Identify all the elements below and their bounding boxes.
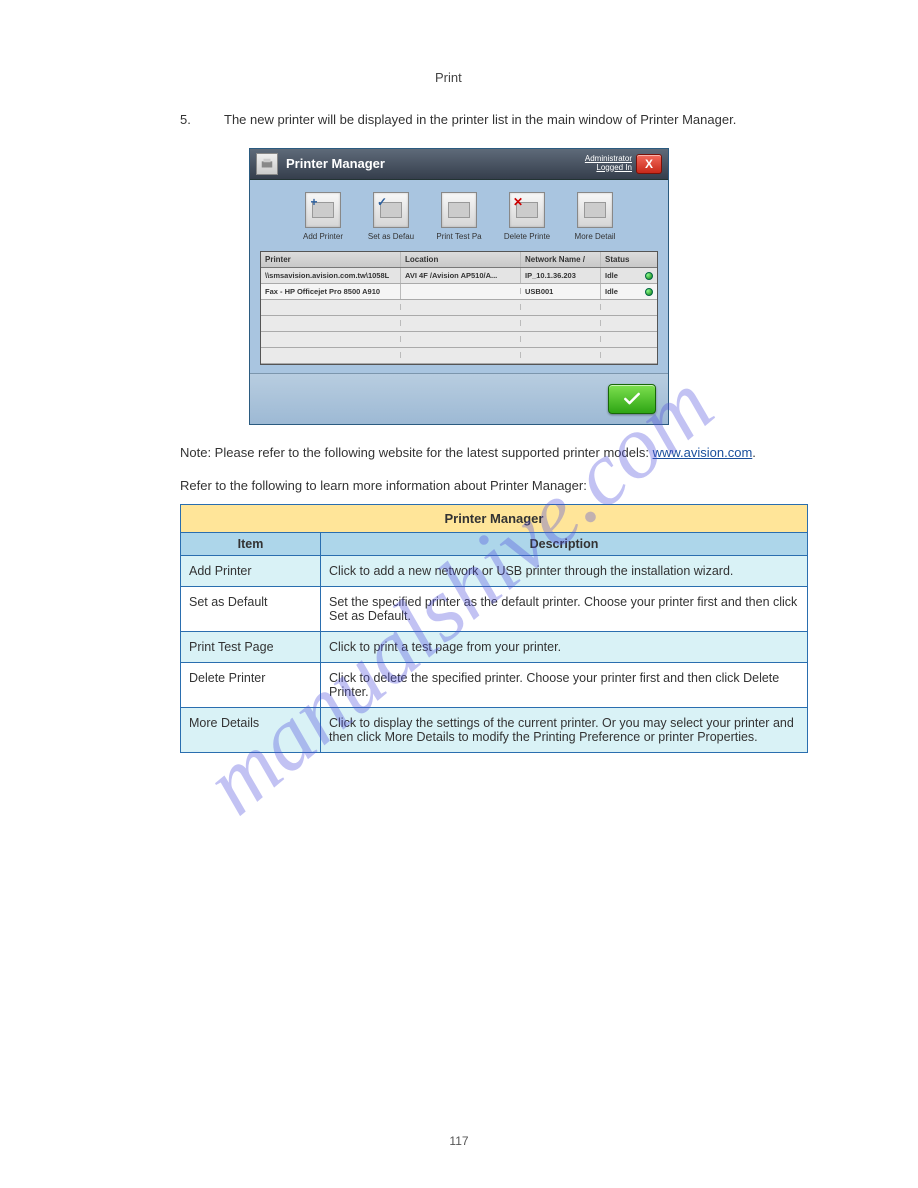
status-dot-icon [645,272,653,280]
table-col-item: Item [181,532,321,555]
col-network-header[interactable]: Network Name / [521,252,601,267]
add-printer-icon: + [305,192,341,228]
col-status-header[interactable]: Status [601,252,641,267]
printer-manager-table: Printer Manager Item Description Add Pri… [180,504,808,753]
intro-step: 5. The new printer will be displayed in … [180,110,840,130]
page-header-label: Print [435,70,462,85]
table-item-cell: Print Test Page [181,631,321,662]
table-title: Printer Manager [181,504,808,532]
printer-list: Printer Location Network Name / Status \… [260,251,658,365]
printer-status-cell: Idle [601,284,641,299]
dialog-titlebar: Printer Manager Administrator Logged In … [250,149,668,180]
printer-network-cell: IP_10.1.36.203 [521,268,601,283]
table-row: More Details Click to display the settin… [181,707,808,752]
printer-row-empty [261,300,657,316]
step-number: 5. [180,110,202,130]
table-desc-cell: Click to display the settings of the cur… [321,707,808,752]
printer-manager-icon [256,153,278,175]
dialog-title: Printer Manager [286,156,585,171]
page-content: Print 5. The new printer will be display… [0,0,918,793]
print-test-button[interactable]: Print Test Pa [430,192,488,241]
note-text-1: Note: Please refer to the following webs… [180,445,653,460]
print-test-icon [441,192,477,228]
table-desc-cell: Click to print a test page from your pri… [321,631,808,662]
printer-row[interactable]: Fax - HP Officejet Pro 8500 A910 USB001 … [261,284,657,300]
printer-location-cell [401,288,521,294]
printer-manager-dialog: Printer Manager Administrator Logged In … [249,148,669,425]
printer-row-empty [261,348,657,364]
table-row: Set as Default Set the specified printer… [181,586,808,631]
table-row: Print Test Page Click to print a test pa… [181,631,808,662]
ok-button[interactable] [608,384,656,414]
more-detail-icon [577,192,613,228]
more-detail-button[interactable]: More Detail [566,192,624,241]
printer-row-empty [261,316,657,332]
status-dot-icon [645,288,653,296]
set-default-button[interactable]: ✓ Set as Defau [362,192,420,241]
logged-in-link[interactable]: Logged In [596,163,632,172]
login-status[interactable]: Administrator Logged In [585,155,632,173]
table-item-cell: More Details [181,707,321,752]
delete-printer-label: Delete Printe [504,232,550,241]
table-item-cell: Set as Default [181,586,321,631]
note-text-2: . [752,445,756,460]
printer-name-cell: Fax - HP Officejet Pro 8500 A910 [261,284,401,299]
dialog-bottom-bar [250,373,668,424]
delete-printer-button[interactable]: ✕ Delete Printe [498,192,556,241]
table-col-desc: Description [321,532,808,555]
printer-row[interactable]: \\smsavision.avision.com.tw\1058L AVI 4F… [261,268,657,284]
set-default-label: Set as Defau [368,232,414,241]
step-text-c: . [733,112,737,127]
toolbar: + Add Printer ✓ Set as Defau Print Test … [250,180,668,247]
add-printer-label: Add Printer [303,232,343,241]
table-row: Delete Printer Click to delete the speci… [181,662,808,707]
table-desc-cell: Click to delete the specified printer. C… [321,662,808,707]
add-printer-button[interactable]: + Add Printer [294,192,352,241]
printer-list-header: Printer Location Network Name / Status [261,252,657,268]
print-test-label: Print Test Pa [436,232,481,241]
printer-network-cell: USB001 [521,284,601,299]
table-desc-cell: Set the specified printer as the default… [321,586,808,631]
step-text-b: Printer Manager [640,112,733,127]
table-item-cell: Add Printer [181,555,321,586]
printer-row-empty [261,332,657,348]
printer-status-cell: Idle [601,268,641,283]
step-text-a: The new printer will be displayed in the… [224,112,640,127]
set-default-icon: ✓ [373,192,409,228]
col-printer-header[interactable]: Printer [261,252,401,267]
admin-link[interactable]: Administrator [585,154,632,163]
table-item-cell: Delete Printer [181,662,321,707]
col-location-header[interactable]: Location [401,252,521,267]
note-link[interactable]: www.avision.com [653,445,753,460]
table-desc-cell: Click to add a new network or USB printe… [321,555,808,586]
printer-location-cell: AVI 4F /Avision AP510/A... [401,268,521,283]
table-row: Add Printer Click to add a new network o… [181,555,808,586]
more-detail-label: More Detail [575,232,616,241]
footer-page-number: 117 [0,1134,918,1148]
note-text-3: Refer to the following to learn more inf… [180,476,840,496]
note-paragraph: Note: Please refer to the following webs… [180,443,840,496]
close-button[interactable]: X [636,154,662,174]
printer-name-cell: \\smsavision.avision.com.tw\1058L [261,268,401,283]
delete-printer-icon: ✕ [509,192,545,228]
check-icon [622,389,642,409]
